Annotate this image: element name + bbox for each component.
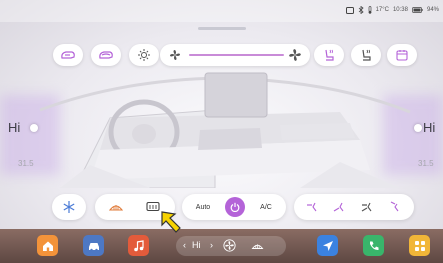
- dock-phone-button[interactable]: [363, 235, 384, 256]
- right-zone-indicator[interactable]: [414, 124, 422, 132]
- airflow-face-button[interactable]: [300, 194, 326, 220]
- climate-power-button[interactable]: [223, 194, 247, 220]
- status-temperature: 17°C: [375, 7, 389, 13]
- status-time: 10:38: [392, 7, 408, 13]
- airflow-windshield-icon: [390, 201, 399, 212]
- left-zone-label: Hi: [8, 120, 21, 135]
- battery-icon: [412, 7, 423, 13]
- fan-high-icon: [289, 49, 301, 61]
- airflow-feet-button[interactable]: [327, 194, 353, 220]
- ac-control-group: Auto A/C: [182, 194, 286, 220]
- seat-heat-icon: [325, 49, 334, 61]
- screen-icon: [345, 6, 354, 14]
- thermometer-icon: [368, 6, 371, 14]
- snow-mode-button[interactable]: [52, 194, 86, 220]
- airflow-mode-group: [294, 194, 414, 220]
- dock-climate-quick: ‹ Hi ›: [176, 236, 286, 256]
- dock-fan-icon[interactable]: [223, 239, 236, 252]
- dock-navigation-button[interactable]: [317, 235, 338, 256]
- fresh-air-icon: [99, 51, 113, 59]
- panel-drag-handle[interactable]: [198, 27, 246, 30]
- air-recirculation-button[interactable]: [53, 44, 83, 66]
- climate-screen: 17°C 10:38 94% Hi 31.5 Hi 31.5 Auto A/C …: [0, 0, 443, 263]
- right-zone-temp: 31.5: [418, 159, 434, 168]
- dock-home-button[interactable]: [37, 235, 58, 256]
- dock-left-temp[interactable]: Hi: [192, 240, 201, 250]
- left-zone-temp: 31.5: [18, 159, 34, 168]
- navigation-arrow-icon: [322, 240, 333, 251]
- app-grid-icon: [414, 240, 425, 251]
- auto-button[interactable]: Auto: [186, 194, 220, 220]
- fan-speed-slider[interactable]: [160, 44, 310, 66]
- phone-icon: [369, 241, 378, 250]
- dock-music-button[interactable]: [128, 235, 149, 256]
- dock-defrost-icon[interactable]: [251, 241, 264, 251]
- sun-fan-icon: [138, 49, 150, 61]
- left-zone-indicator[interactable]: [30, 124, 38, 132]
- climate-schedule-button[interactable]: [387, 44, 417, 66]
- status-bar: 17°C 10:38 94%: [0, 0, 443, 22]
- right-zone-label: Hi: [423, 120, 436, 135]
- power-icon: [230, 202, 240, 212]
- fan-low-icon: [170, 50, 180, 60]
- dock-temp-increase[interactable]: ›: [210, 240, 213, 250]
- airflow-face-feet-icon: [361, 202, 372, 212]
- seat-heat-right-button[interactable]: [351, 44, 381, 66]
- bluetooth-icon: [358, 6, 364, 14]
- front-defrost-icon: [109, 205, 123, 211]
- auto-label: Auto: [195, 203, 211, 211]
- dock-vehicle-button[interactable]: [83, 235, 104, 256]
- seat-heat-left-button[interactable]: [314, 44, 344, 66]
- pointer-arrow-icon: [161, 211, 181, 233]
- purifier-button[interactable]: [129, 44, 159, 66]
- app-dock: ‹ Hi ›: [0, 229, 443, 263]
- status-battery: 94%: [426, 7, 439, 13]
- fan-speed-track[interactable]: [189, 54, 284, 56]
- seat-ventilation-icon: [362, 49, 371, 61]
- recirculation-icon: [61, 51, 75, 59]
- airflow-face-icon: [307, 202, 317, 212]
- car-interior-illustration: [39, 72, 411, 188]
- ac-button[interactable]: A/C: [250, 194, 282, 220]
- ac-label: A/C: [260, 203, 272, 211]
- airflow-feet-icon: [333, 202, 344, 212]
- dock-temp-decrease[interactable]: ‹: [183, 240, 186, 250]
- fresh-air-button[interactable]: [91, 44, 121, 66]
- airflow-windshield-button[interactable]: [382, 194, 408, 220]
- power-button-circle: [225, 197, 245, 217]
- home-icon: [42, 241, 53, 251]
- car-icon: [88, 242, 99, 251]
- front-defrost-button[interactable]: [101, 194, 131, 220]
- airflow-face-feet-button[interactable]: [355, 194, 381, 220]
- snowflake-icon: [63, 201, 75, 213]
- music-note-icon: [133, 239, 144, 251]
- dock-apps-button[interactable]: [409, 235, 430, 256]
- status-group: 17°C 10:38 94%: [345, 6, 439, 14]
- calendar-icon: [396, 50, 408, 61]
